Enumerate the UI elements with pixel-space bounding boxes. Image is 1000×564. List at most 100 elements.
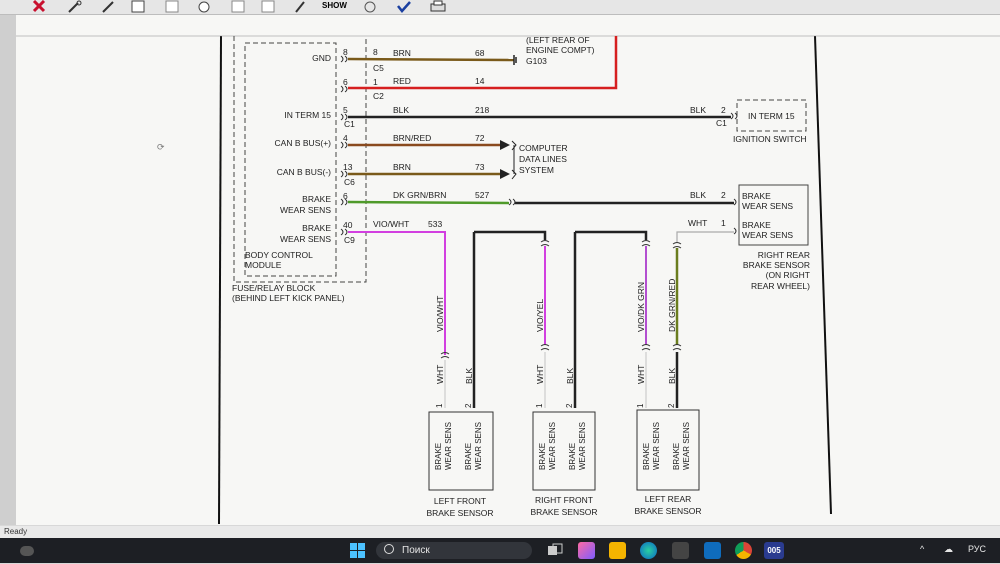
- status-bar: Ready: [0, 526, 1000, 538]
- circuit-number: 68: [475, 48, 485, 58]
- circuit-number: 527: [475, 190, 489, 200]
- connector-id: C5: [373, 63, 384, 73]
- wire-color: BRN: [393, 48, 411, 58]
- circuit-number: 72: [475, 133, 485, 143]
- circuit-number: 14: [475, 76, 485, 86]
- rf-sensor-title: RIGHT FRONT: [535, 495, 593, 505]
- probe-icon[interactable]: [100, 0, 120, 13]
- connector-id: C6: [344, 177, 355, 187]
- ground-id: G103: [526, 56, 547, 66]
- wire-vio-wht-533: [348, 231, 446, 355]
- connector-id: C1: [344, 119, 355, 129]
- lr-sensor-title: BRAKE SENSOR: [634, 506, 701, 516]
- rr-title: RIGHT REAR: [758, 250, 810, 260]
- cloud-icon[interactable]: ☁: [944, 544, 953, 555]
- wire-dk-grn-brn-527: [347, 200, 510, 205]
- ground-label-1: (LEFT REAR OF: [526, 35, 590, 45]
- rr-wire-wht: WHT: [688, 218, 707, 228]
- circuit-number: 218: [475, 105, 489, 115]
- connector-id: C2: [373, 91, 384, 101]
- search-box[interactable]: Поиск: [376, 542, 532, 559]
- close-icon[interactable]: [30, 0, 50, 13]
- pin-number: 5: [343, 105, 348, 115]
- rr-pin-blk: 2: [721, 190, 726, 200]
- pin-label-brake-wear-1a: BRAKE: [302, 194, 331, 204]
- pin-number: 13: [343, 162, 353, 172]
- page-icon[interactable]: [228, 0, 248, 13]
- sensor-pin-label: BRAKE: [538, 443, 547, 470]
- rr-title: (ON RIGHT: [766, 270, 810, 280]
- lr-wht: WHT: [636, 365, 646, 384]
- print-icon[interactable]: [428, 0, 448, 13]
- ignition-wire: BLK: [690, 105, 706, 115]
- edge-icon[interactable]: [640, 542, 657, 559]
- wire-brn-68: [347, 57, 515, 62]
- wire-color: BRN: [393, 162, 411, 172]
- sensor-pin-label: BRAKE: [434, 443, 443, 470]
- lr-blk: BLK: [667, 368, 677, 384]
- chrome-icon[interactable]: [735, 542, 752, 559]
- check-icon[interactable]: [394, 0, 414, 13]
- lf-wire-a: VIO/WHT: [435, 296, 445, 332]
- rr-title: REAR WHEEL): [751, 281, 810, 291]
- pin-number: 1: [535, 403, 544, 408]
- pin-number: 8: [343, 47, 348, 57]
- wire-color: BRN/RED: [393, 133, 431, 143]
- rf-wire-a: VIO/YEL: [535, 299, 545, 332]
- rr-title: BRAKE SENSOR: [743, 260, 810, 270]
- hand-icon[interactable]: [194, 0, 214, 13]
- language-indicator[interactable]: РУС: [968, 544, 986, 554]
- pin-number: 1: [373, 77, 378, 87]
- task-view-icon[interactable]: [546, 542, 563, 559]
- pin-number: 40: [343, 220, 353, 230]
- show-button[interactable]: SHOW: [322, 1, 347, 10]
- computer-data-label-2: DATA LINES: [519, 154, 567, 164]
- outlook-icon[interactable]: [704, 542, 721, 559]
- start-icon[interactable]: [349, 542, 366, 559]
- status-text: Ready: [4, 527, 28, 536]
- left-pane: [0, 15, 16, 525]
- weather-icon[interactable]: [20, 546, 34, 556]
- page-icon[interactable]: [162, 0, 182, 13]
- rr-pin-label: BRAKE: [742, 220, 771, 230]
- rr-pin-label: WEAR SENS: [742, 230, 793, 240]
- cursor-icon: ⟳: [157, 142, 165, 152]
- wrench-icon[interactable]: [66, 0, 86, 13]
- rr-pin-wht: 1: [721, 218, 726, 228]
- ignition-switch-title: IGNITION SWITCH: [733, 134, 807, 144]
- lf-wht: WHT: [435, 365, 445, 384]
- circuit-number: 533: [428, 219, 442, 229]
- pin-label-brake-wear-2a: BRAKE: [302, 223, 331, 233]
- app-005-icon[interactable]: 005: [764, 542, 784, 559]
- wiring-diagram-sheet: ⟳ BODY CONTROL MODULE FUSE/RELAY BLOCK (…: [16, 15, 1000, 525]
- folder-icon[interactable]: [609, 542, 626, 559]
- sensor-pin-label: WEAR SENS: [474, 422, 483, 470]
- fuse-block-label-1: FUSE/RELAY BLOCK: [232, 283, 316, 293]
- pin-label-brake-wear-1b: WEAR SENS: [280, 205, 331, 215]
- refresh-icon[interactable]: [360, 0, 380, 13]
- chevron-up-icon[interactable]: ^: [920, 544, 924, 554]
- document-icon[interactable]: [128, 0, 148, 13]
- pin-label-brake-wear-2b: WEAR SENS: [280, 234, 331, 244]
- pen-icon[interactable]: [292, 0, 312, 13]
- pin-label-in-term-15: IN TERM 15: [284, 110, 331, 120]
- pin-number: 6: [343, 77, 348, 87]
- sensor-pin-label: WEAR SENS: [444, 422, 453, 470]
- rf-sensor-title: BRAKE SENSOR: [530, 507, 597, 517]
- computer-data-label-3: SYSTEM: [519, 165, 554, 175]
- wire-color: VIO/WHT: [373, 219, 409, 229]
- pin-number: 2: [565, 403, 574, 408]
- rf-wht: WHT: [535, 365, 545, 384]
- circuit-number: 73: [475, 162, 485, 172]
- rf-blk: BLK: [565, 368, 575, 384]
- lf-sensor-title: LEFT FRONT: [434, 496, 486, 506]
- connector-id: C9: [344, 235, 355, 245]
- sensor-pin-label: WEAR SENS: [652, 422, 661, 470]
- lr-wire-b: DK GRN/RED: [667, 279, 677, 332]
- store-icon[interactable]: [672, 542, 689, 559]
- pin-number: 4: [343, 133, 348, 143]
- sensor-pin-label: WEAR SENS: [578, 422, 587, 470]
- ground-label-2: ENGINE COMPT): [526, 45, 595, 55]
- page-icon[interactable]: [258, 0, 278, 13]
- copilot-icon[interactable]: [578, 542, 595, 559]
